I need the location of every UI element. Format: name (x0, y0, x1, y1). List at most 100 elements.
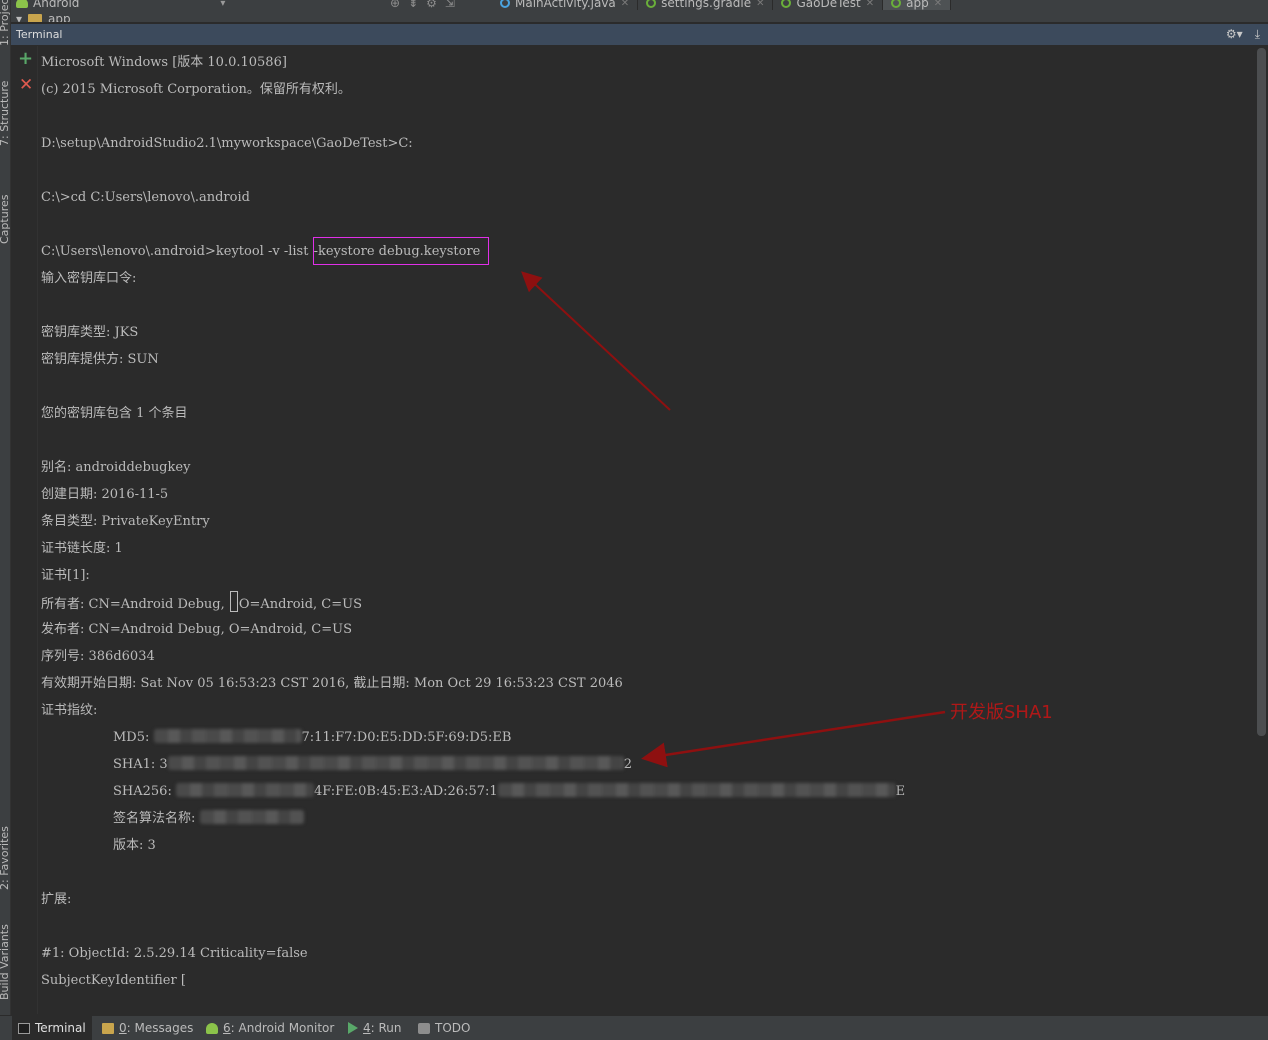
redacted-blur (153, 729, 302, 743)
hide-panel-icon[interactable]: ⤓ (1255, 27, 1260, 42)
terminal-line: (c) 2015 Microsoft Corporation。保留所有权利。 (41, 82, 351, 97)
terminal-icon (18, 1022, 30, 1034)
sha1-line: SHA1: 3 2 (41, 753, 905, 780)
android-monitor-tool-tab[interactable]: 6: Android Monitor (200, 1016, 340, 1040)
tab-label: settings.gradle (661, 0, 752, 10)
todo-icon (418, 1022, 430, 1034)
close-icon[interactable]: ✕ (934, 0, 942, 9)
hide-icon[interactable]: ⇲ (445, 0, 455, 10)
class-icon (500, 0, 510, 8)
owner-line: 所有者: CN=Android Debug, O=Android, C=US (41, 591, 905, 618)
close-icon[interactable]: ✕ (756, 0, 764, 9)
owner-text-a: 所有者: CN=Android Debug, (41, 597, 229, 612)
terminal-line: 序列号: 386d6034 (41, 649, 155, 664)
terminal-line: 有效期开始日期: Sat Nov 05 16:53:23 CST 2016, 截… (41, 676, 623, 691)
close-session-icon[interactable]: ✕ (19, 76, 33, 94)
run-tool-tab[interactable]: 4: Run (342, 1016, 408, 1040)
sigalg-label: 签名算法名称: (113, 811, 196, 826)
tab-app[interactable]: app ✕ (883, 0, 952, 10)
run-icon (348, 1022, 358, 1034)
todo-tool-tab[interactable]: TODO (412, 1016, 476, 1040)
terminal-line: #1: ObjectId: 2.5.29.14 Criticality=fals… (41, 946, 308, 961)
sha256-tail: E (895, 784, 906, 799)
terminal-scrollbar[interactable] (1257, 48, 1266, 736)
md5-label: MD5: (113, 730, 150, 745)
terminal-line: 扩展: (41, 892, 72, 907)
sha256-mid: 4F:FE:0B:45:E3:AD:26:57:1 (313, 784, 498, 799)
keytool-command-line: C:\Users\lenovo\.android>keytool -v -lis… (41, 237, 905, 267)
gear-icon[interactable]: ⚙ (426, 0, 437, 10)
terminal-tab-label: Terminal (35, 1021, 86, 1035)
terminal-title: Terminal (16, 28, 63, 41)
gradle-icon (891, 0, 902, 8)
terminal-line: C:\>cd C:Users\lenovo\.android (41, 190, 250, 205)
messages-icon (102, 1022, 114, 1034)
owner-text-b: O=Android, C=US (238, 597, 362, 612)
sync-icon[interactable]: ⊕ (390, 0, 400, 10)
captures-tool-tab[interactable]: Captures (0, 195, 10, 244)
redacted-blur (199, 810, 304, 824)
terminal-line: Microsoft Windows [版本 10.0.10586] (41, 55, 287, 70)
collapse-all-icon[interactable]: ⇟ (408, 0, 418, 10)
terminal-line: 您的密钥库包含 1 个条目 (41, 406, 188, 421)
top-toolbar: Android ▾ ▾ app ⊕ ⇟ ⚙ ⇲ MainActivity.jav… (10, 0, 1268, 23)
tab-gaodetest[interactable]: GaoDeTest ✕ (773, 0, 884, 10)
terminal-header: Terminal ⚙▾ ⤓ (11, 24, 1268, 46)
tab-label: app (906, 0, 929, 10)
md5-line: MD5: 7:11:F7:D0:E5:DD:5F:69:D5:EB (41, 726, 905, 753)
editor-tabs: MainActivity.java ✕ settings.gradle ✕ Ga… (492, 0, 952, 14)
run-tab-label: 4: Run (363, 1021, 402, 1035)
terminal-line: 别名: androiddebugkey (41, 460, 191, 475)
collapse-arrow-icon: ▾ (16, 12, 23, 23)
android-icon (206, 1022, 218, 1034)
close-icon[interactable]: ✕ (621, 0, 629, 9)
terminal-line: 密钥库提供方: SUN (41, 352, 159, 367)
terminal-tool-tab[interactable]: Terminal (12, 1016, 92, 1040)
messages-tab-label: 0: Messages (119, 1021, 194, 1035)
text-cursor (229, 591, 238, 612)
tab-label: MainActivity.java (515, 0, 616, 10)
terminal-line: SubjectKeyIdentifier [ (41, 973, 186, 988)
terminal-line: 输入密钥库口令: (41, 271, 137, 286)
bottom-tool-bar: Terminal 0: Messages 6: Android Monitor … (0, 1015, 1268, 1040)
tab-label: GaoDeTest (796, 0, 861, 10)
md5-tail: 7:11:F7:D0:E5:DD:5F:69:D5:EB (301, 730, 512, 745)
new-session-icon[interactable]: + (18, 50, 33, 68)
build-variants-tool-tab[interactable]: Build Variants (0, 924, 10, 1000)
project-tools: ⊕ ⇟ ⚙ ⇲ (390, 0, 455, 10)
chevron-down-icon: ▾ (220, 0, 226, 9)
favorites-tool-tab[interactable]: 2: Favorites (0, 826, 10, 890)
tab-settings-gradle[interactable]: settings.gradle ✕ (638, 0, 774, 10)
todo-tab-label: TODO (435, 1021, 471, 1035)
android-icon (16, 0, 28, 8)
redacted-blur (497, 783, 896, 797)
terminal-line: D:\setup\AndroidStudio2.1\myworkspace\Ga… (41, 136, 413, 151)
project-view-selector[interactable]: Android ▾ (16, 0, 225, 12)
terminal-output[interactable]: Microsoft Windows [版本 10.0.10586] (c) 20… (38, 46, 1256, 1014)
gear-icon[interactable]: ⚙▾ (1226, 27, 1243, 42)
close-icon[interactable]: ✕ (866, 0, 874, 9)
tab-main-activity[interactable]: MainActivity.java ✕ (492, 0, 639, 10)
project-tool-tab[interactable]: 1: Project (0, 0, 10, 46)
messages-tool-tab[interactable]: 0: Messages (96, 1016, 199, 1040)
left-tool-strip: 1: Project 7: Structure Captures 2: Favo… (0, 0, 11, 1015)
terminal-line: 证书[1]: (41, 568, 90, 583)
project-tree-root[interactable]: ▾ app (16, 12, 71, 23)
terminal-line: 条目类型: PrivateKeyEntry (41, 514, 210, 529)
structure-tool-tab[interactable]: 7: Structure (0, 81, 10, 146)
terminal-header-actions: ⚙▾ ⤓ (1226, 27, 1260, 42)
folder-icon (28, 14, 43, 22)
sha1-tail: 2 (623, 757, 632, 772)
module-label: app (48, 12, 71, 23)
terminal-line: 证书指纹: (41, 703, 98, 718)
terminal-side-actions: + ✕ (11, 46, 38, 1014)
sha256-label: SHA256: (113, 784, 172, 799)
monitor-tab-label: 6: Android Monitor (223, 1021, 335, 1035)
